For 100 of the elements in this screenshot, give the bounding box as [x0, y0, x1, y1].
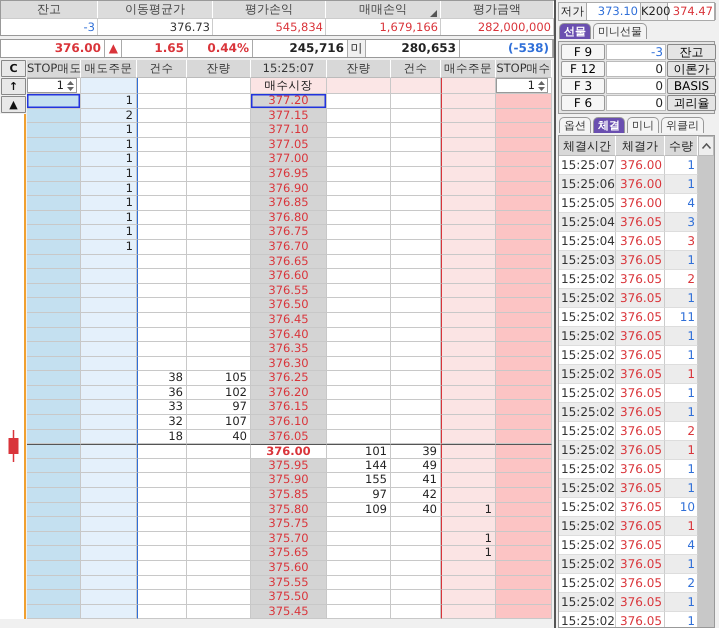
ask-qty-cell — [187, 458, 251, 474]
bid-qty-cell — [327, 415, 391, 430]
contract-button[interactable]: F 3 — [561, 78, 605, 94]
price-cell[interactable]: 377.15 — [251, 108, 327, 124]
price-cell[interactable]: 375.80 — [251, 502, 327, 518]
quantity-spinner[interactable]: 1 — [496, 78, 548, 93]
tab[interactable]: 위클리 — [661, 117, 704, 133]
ask-qty-cell — [187, 561, 251, 576]
price-cell[interactable]: 377.20 — [251, 94, 327, 109]
buy-order-cell[interactable]: 1 — [441, 546, 496, 561]
action-button[interactable]: 잔고 — [667, 44, 716, 60]
value-cell: 1,679,166 — [326, 18, 441, 35]
tab[interactable]: 미니선물 — [593, 23, 647, 39]
price-cell[interactable]: 376.50 — [251, 298, 327, 313]
price-cell[interactable]: 376.15 — [251, 400, 327, 416]
ask-count-cell[interactable] — [137, 78, 187, 94]
price-cell[interactable]: 376.65 — [251, 254, 327, 270]
column-header: 건수 — [137, 60, 187, 78]
price-cell[interactable]: 376.95 — [251, 166, 327, 182]
sell-order-cell[interactable]: 1 — [81, 166, 137, 182]
ask-count-cell — [137, 123, 187, 138]
sell-order-cell[interactable] — [81, 444, 137, 459]
price-cell[interactable]: 376.35 — [251, 342, 327, 357]
action-button[interactable]: 괴리율 — [667, 95, 716, 111]
sell-order-cell[interactable]: 1 — [81, 138, 137, 152]
tab[interactable]: 선물 — [559, 23, 591, 39]
bid-qty-cell[interactable] — [327, 78, 391, 94]
price-cell[interactable]: 376.90 — [251, 182, 327, 196]
sell-order-cell[interactable]: 1 — [81, 152, 137, 167]
price-cell[interactable]: 376.75 — [251, 225, 327, 240]
buy-order-cell[interactable]: 1 — [441, 502, 496, 518]
price-cell[interactable]: 377.05 — [251, 138, 327, 152]
sell-order-cell[interactable]: 1 — [81, 94, 137, 109]
value-cell: 545,834 — [213, 18, 326, 35]
quantity-spinner[interactable]: 1 — [27, 78, 77, 93]
up-button[interactable]: ↑ — [1, 78, 26, 95]
sell-order-cell[interactable]: 1 — [81, 225, 137, 240]
bid-count-cell — [391, 604, 441, 620]
price-cell: 376.05 — [616, 213, 665, 232]
market-buy-button[interactable]: 매수시장 — [251, 78, 327, 94]
clear-button[interactable]: C — [1, 60, 26, 77]
price-cell[interactable]: 375.50 — [251, 590, 327, 605]
price-cell[interactable]: 376.55 — [251, 284, 327, 298]
stop-buy-cell[interactable] — [496, 444, 552, 459]
sell-order-cell[interactable]: 2 — [81, 108, 137, 124]
tab[interactable]: 옵션 — [559, 117, 591, 133]
tab[interactable]: 체결 — [593, 117, 625, 133]
price-cell[interactable]: 377.10 — [251, 123, 327, 138]
price-cell[interactable]: 375.95 — [251, 458, 327, 474]
action-button[interactable]: BASIS — [667, 78, 716, 94]
qty-cell: 1 — [665, 175, 698, 194]
price-cell[interactable]: 376.85 — [251, 196, 327, 211]
price-cell[interactable]: 376.40 — [251, 328, 327, 342]
scroll-up-button[interactable] — [698, 136, 714, 156]
price-cell[interactable]: 376.45 — [251, 312, 327, 328]
action-button[interactable]: 이론가 — [667, 61, 716, 77]
sell-order-cell[interactable]: 1 — [81, 240, 137, 255]
price-cell[interactable]: 377.00 — [251, 152, 327, 167]
bid-qty-cell — [327, 312, 391, 328]
buy-order-cell[interactable] — [441, 444, 496, 459]
price-cell[interactable]: 375.75 — [251, 517, 327, 532]
bid-count-cell[interactable] — [391, 78, 441, 94]
contract-button[interactable]: F 9 — [561, 44, 605, 60]
ask-count-cell — [137, 225, 187, 240]
bid-count-cell — [391, 152, 441, 167]
contract-button[interactable]: F 12 — [561, 61, 605, 77]
bid-count-cell — [391, 123, 441, 138]
ask-qty-cell[interactable] — [187, 78, 251, 94]
price-cell[interactable]: 376.30 — [251, 356, 327, 372]
sell-order-cell[interactable]: 1 — [81, 182, 137, 196]
sell-order-cell[interactable]: 1 — [81, 196, 137, 211]
price-cell[interactable]: 375.65 — [251, 546, 327, 561]
top-button[interactable]: ▲ — [1, 96, 26, 113]
price-cell[interactable]: 376.80 — [251, 210, 327, 226]
price-cell[interactable]: 376.70 — [251, 240, 327, 255]
price-cell[interactable]: 375.85 — [251, 488, 327, 503]
price-cell[interactable]: 376.20 — [251, 386, 327, 400]
price-cell[interactable]: 376.10 — [251, 415, 327, 430]
price-cell[interactable]: 375.60 — [251, 561, 327, 576]
price-cell[interactable]: 376.60 — [251, 269, 327, 284]
price-cell: 376.05 — [616, 460, 665, 479]
price-cell[interactable]: 376.25 — [251, 371, 327, 386]
price-cell[interactable]: 376.05 — [251, 430, 327, 444]
sell-order-cell[interactable]: 1 — [81, 210, 137, 226]
price-cell[interactable]: 375.90 — [251, 473, 327, 488]
bid-qty-cell — [327, 328, 391, 342]
price-cell[interactable]: 375.55 — [251, 576, 327, 590]
stop-sell-cell[interactable] — [27, 444, 81, 459]
tab[interactable]: 미니 — [627, 117, 659, 133]
quote-value: 376.00 — [1, 40, 105, 57]
ask-qty-cell — [187, 123, 251, 138]
value-field: 0 — [606, 61, 666, 77]
sell-order-cell[interactable]: 1 — [81, 123, 137, 138]
contract-button[interactable]: F 6 — [561, 95, 605, 111]
ask-qty-cell — [187, 210, 251, 226]
qty-cell: 1 — [665, 479, 698, 498]
price-cell[interactable]: 375.45 — [251, 604, 327, 620]
buy-order-cell[interactable]: 1 — [441, 532, 496, 546]
price-cell[interactable]: 375.70 — [251, 532, 327, 546]
price-cell[interactable]: 376.00 — [251, 444, 327, 459]
